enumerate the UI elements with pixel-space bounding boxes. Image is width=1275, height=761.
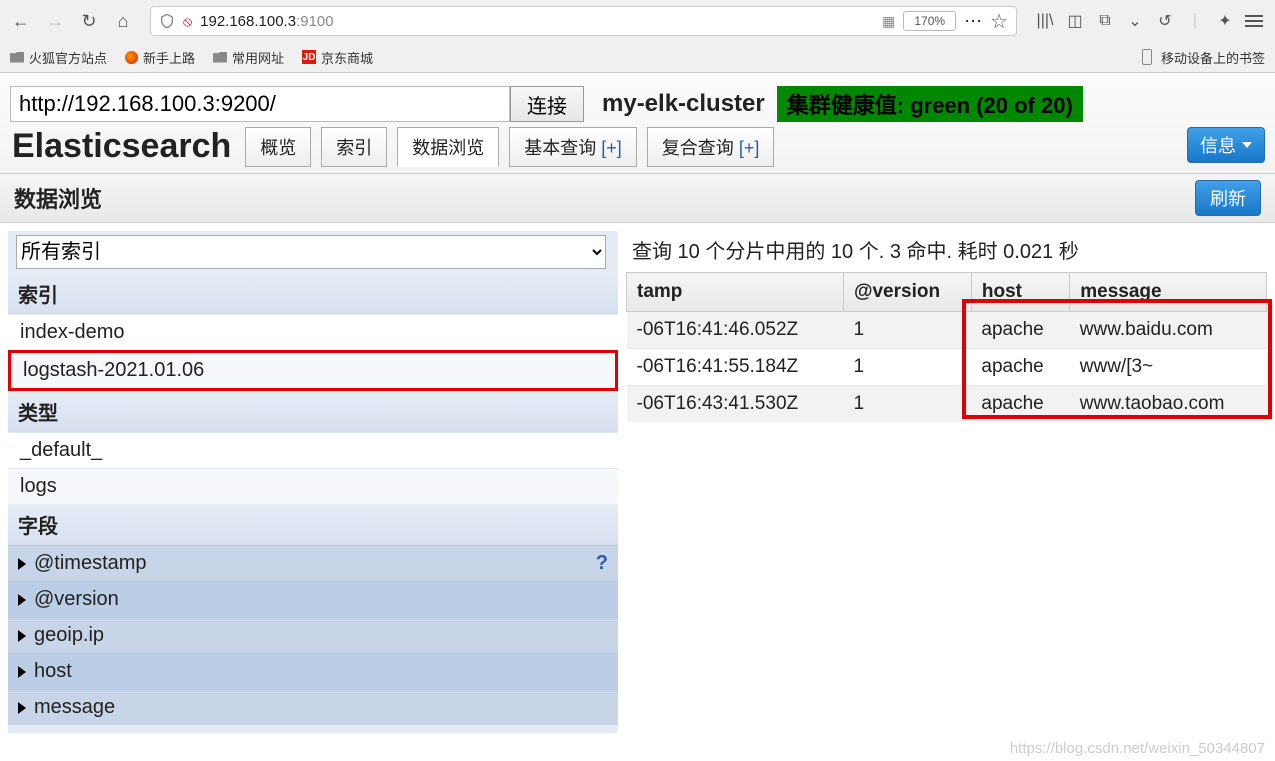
bookmark-mobile[interactable]: 移动设备上的书签 [1142,48,1265,67]
reload-button[interactable]: ↻ [74,6,104,36]
table-row[interactable]: -06T16:41:55.184Z1apachewww/[3~ [627,349,1267,386]
bookmark-common-sites[interactable]: 常用网址 [213,48,284,67]
bookmark-getting-started[interactable]: 新手上路 [125,48,195,67]
triangle-right-icon [18,630,26,642]
mobile-icon [1142,49,1152,65]
back-button[interactable]: ← [6,6,36,36]
triangle-right-icon [18,702,26,714]
col-message[interactable]: message [1070,273,1267,312]
forward-button: → [40,6,70,36]
table-row[interactable]: -06T16:43:41.530Z1apachewww.taobao.com [627,386,1267,423]
connect-button[interactable]: 连接 [510,86,584,122]
sidebar-icon[interactable]: ◫ [1065,11,1085,31]
col-version[interactable]: @version [843,273,971,312]
app-title: Elasticsearch [10,127,233,166]
cluster-name: my-elk-cluster [602,90,765,118]
tab-basic-query[interactable]: 基本查询 [+] [509,127,637,167]
results-table: tamp @version host message -06T16:41:46.… [626,272,1267,422]
browser-chrome: ← → ↻ ⌂ ⦸ 192.168.100.3:9100 ▦ 170% ⋯ ☆ … [0,0,1275,73]
menu-button[interactable] [1245,15,1263,27]
chevron-down-icon [1242,142,1252,148]
index-select[interactable]: 所有索引 [16,235,606,269]
page-actions-icon[interactable]: ⋯ [964,11,982,32]
field-item[interactable]: host [8,653,618,689]
subheader: 数据浏览 刷新 [0,173,1275,223]
col-timestamp[interactable]: tamp [627,273,844,312]
refresh-button[interactable]: 刷新 [1195,180,1261,216]
screenshot-icon[interactable]: ⧉ [1095,11,1115,31]
history-icon[interactable]: ↺ [1155,11,1175,31]
table-row[interactable]: -06T16:41:46.052Z1apachewww.baidu.com [627,312,1267,349]
bookmark-firefox-official[interactable]: 火狐官方站点 [10,48,107,67]
tab-browse[interactable]: 数据浏览 [397,127,499,167]
main-tabs: 概览 索引 数据浏览 基本查询 [+] 复合查询 [+] [245,127,774,167]
url-text: 192.168.100.3:9100 [200,13,874,30]
cluster-health-badge: 集群健康值: green (20 of 20) [777,86,1083,122]
query-summary: 查询 10 个分片中用的 10 个. 3 命中. 耗时 0.021 秒 [626,231,1267,268]
url-bar[interactable]: ⦸ 192.168.100.3:9100 ▦ 170% ⋯ ☆ [150,6,1017,36]
section-label-index: 索引 [8,273,618,314]
subheader-title: 数据浏览 [14,182,102,214]
index-item[interactable]: index-demo [8,314,618,350]
help-icon[interactable]: ? [596,552,608,575]
es-url-input[interactable] [10,86,510,122]
field-item[interactable]: message [8,689,618,725]
triangle-right-icon [18,558,26,570]
type-item[interactable]: logs [8,468,618,504]
bookmark-jd[interactable]: JD京东商城 [302,48,373,67]
type-item[interactable]: _default_ [8,432,618,468]
watermark: https://blog.csdn.net/weixin_50344807 [1010,740,1265,757]
left-panel: 所有索引 索引 index-demo logstash-2021.01.06 类… [8,231,618,733]
section-label-type: 类型 [8,391,618,432]
jd-logo-icon: JD [302,50,316,64]
triangle-right-icon [18,594,26,606]
tab-indices[interactable]: 索引 [321,127,387,167]
tab-overview[interactable]: 概览 [245,127,311,167]
triangle-right-icon [18,666,26,678]
field-item[interactable]: @timestamp? [8,545,618,581]
extensions-icon[interactable]: ✦ [1215,11,1235,31]
library-icon[interactable]: |||\ [1035,11,1055,31]
col-host[interactable]: host [971,273,1069,312]
index-item[interactable]: logstash-2021.01.06 [8,350,618,391]
shield-icon [159,13,175,29]
field-item[interactable]: @version [8,581,618,617]
info-button[interactable]: 信息 [1187,127,1265,163]
tab-compound-query[interactable]: 复合查询 [+] [647,127,775,167]
qr-icon[interactable]: ▦ [882,13,895,30]
divider: | [1185,11,1205,31]
elasticsearch-head-app: 连接 my-elk-cluster 集群健康值: green (20 of 20… [0,73,1275,173]
field-item[interactable]: geoip.ip [8,617,618,653]
section-label-fields: 字段 [8,504,618,545]
zoom-indicator[interactable]: 170% [903,11,956,31]
home-button[interactable]: ⌂ [108,6,138,36]
right-panel: 查询 10 个分片中用的 10 个. 3 命中. 耗时 0.021 秒 tamp… [626,231,1267,733]
pocket-icon[interactable]: ⌄ [1125,11,1145,31]
bookmarks-toolbar: 火狐官方站点 新手上路 常用网址 JD京东商城 移动设备上的书签 [0,42,1275,72]
firefox-logo-icon [125,51,138,64]
star-icon[interactable]: ☆ [990,9,1008,34]
tracking-off-icon: ⦸ [183,13,192,30]
